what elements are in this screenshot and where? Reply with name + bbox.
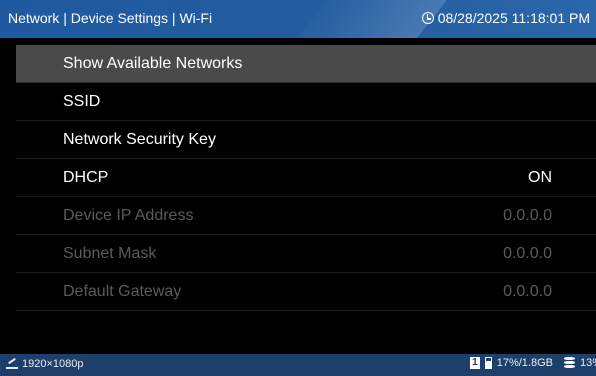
menu-item-value: 0.0.0.0 <box>503 245 552 262</box>
menu-item-subnet-mask: Subnet Mask 0.0.0.0 <box>16 235 596 273</box>
storage-text: 17%/1.8GB <box>496 357 553 369</box>
menu-item-value: ON <box>528 169 552 186</box>
clock-icon <box>421 12 434 24</box>
menu-item-network-security-key[interactable]: Network Security Key <box>16 121 596 159</box>
resolution-text: 1920×1080p <box>22 358 84 370</box>
menu-item-value: 0.0.0.0 <box>503 283 552 300</box>
hdmi-input-icon <box>6 359 18 369</box>
status-bar: 1920×1080p 1 17%/1.8GB 13% <box>0 354 596 376</box>
slot-badge: 1 <box>470 357 480 369</box>
menu-item-label: DHCP <box>63 169 109 186</box>
menu-item-show-available-networks[interactable]: Show Available Networks <box>16 45 596 83</box>
menu-item-label: Device IP Address <box>63 207 194 224</box>
menu-item-value: 0.0.0.0 <box>503 207 552 224</box>
db-percent-text: 13% <box>580 357 596 369</box>
datetime: 08/28/2025 11:18:01 PM <box>421 10 590 26</box>
menu-item-device-ip-address: Device IP Address 0.0.0.0 <box>16 197 596 235</box>
title-bar: Network | Device Settings | Wi-Fi 08/28/… <box>0 0 596 38</box>
menu-item-default-gateway: Default Gateway 0.0.0.0 <box>16 273 596 311</box>
resolution-indicator: 1920×1080p <box>6 358 83 370</box>
database-icon <box>564 357 575 369</box>
storage-indicators: 1 17%/1.8GB 13% <box>470 357 596 369</box>
breadcrumb: Network | Device Settings | Wi-Fi <box>8 10 213 26</box>
menu-item-ssid[interactable]: SSID <box>16 83 596 121</box>
menu-item-label: Show Available Networks <box>63 55 243 72</box>
menu-item-label: Default Gateway <box>63 283 182 300</box>
datetime-text: 08/28/2025 11:18:01 PM <box>437 10 590 26</box>
menu-item-label: Network Security Key <box>63 131 216 148</box>
menu-item-label: Subnet Mask <box>63 245 157 262</box>
sd-card-icon <box>484 357 492 369</box>
settings-menu: Show Available Networks SSID Network Sec… <box>16 45 596 311</box>
menu-item-dhcp[interactable]: DHCP ON <box>16 159 596 197</box>
menu-item-label: SSID <box>63 93 101 110</box>
